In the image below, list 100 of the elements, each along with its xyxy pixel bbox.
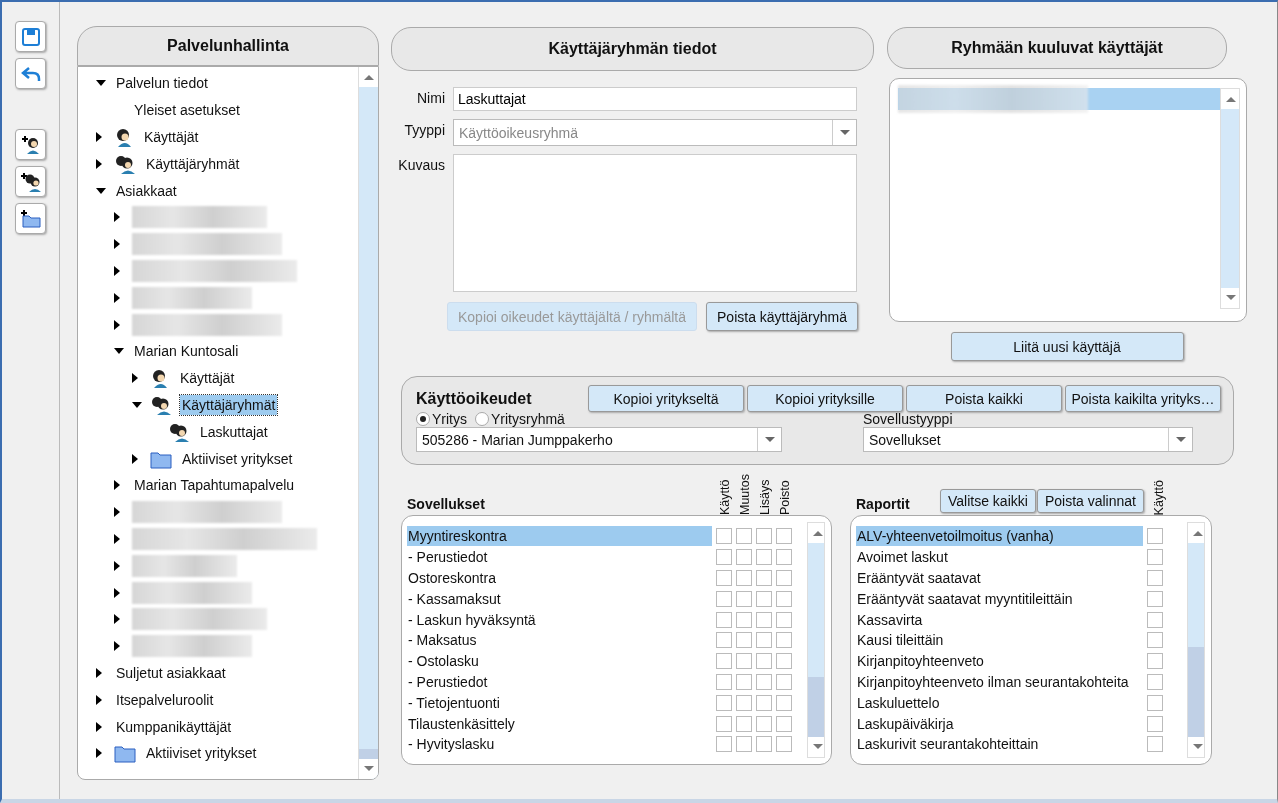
checkbox[interactable] (776, 694, 792, 711)
checkbox[interactable] (776, 632, 792, 649)
list-item[interactable]: Ostoreskontra (407, 568, 712, 588)
radio-icon[interactable] (416, 412, 430, 426)
checkbox[interactable] (716, 653, 732, 670)
scrollbar[interactable] (807, 522, 825, 758)
list-item[interactable]: - Ostolasku (407, 651, 712, 672)
checkbox[interactable] (736, 653, 752, 670)
checkbox[interactable] (716, 549, 732, 566)
tree-item[interactable]: Käyttäjät (178, 368, 237, 389)
tree-item[interactable]: Käyttäjät (142, 127, 201, 147)
list-item[interactable]: - Perustiedot (407, 671, 712, 692)
checkbox[interactable] (776, 673, 792, 690)
action-button[interactable]: Kopioi yritykseltä (588, 385, 744, 412)
tree-item[interactable]: Palvelun tiedot (114, 73, 210, 94)
checkbox[interactable] (756, 694, 772, 711)
checkbox[interactable] (736, 590, 752, 607)
checkbox[interactable] (716, 570, 732, 586)
save-button[interactable] (15, 21, 46, 52)
app-type-dropdown[interactable]: Sovellukset (863, 427, 1193, 452)
list-item[interactable]: - Hyvityslasku (407, 734, 712, 755)
checkbox[interactable] (756, 653, 772, 670)
checkbox[interactable] (756, 736, 772, 753)
expand-arrow-icon[interactable] (132, 453, 138, 464)
checkbox[interactable] (736, 549, 752, 566)
expand-arrow-icon[interactable] (114, 560, 120, 571)
checkbox[interactable] (736, 715, 752, 732)
checkbox[interactable] (716, 590, 732, 607)
list-item[interactable]: - Perustiedot (407, 547, 712, 568)
expand-arrow-icon[interactable] (114, 614, 120, 625)
action-button[interactable]: Kopioi yrityksille (747, 385, 903, 412)
list-item[interactable]: ALV-yhteenvetoilmoitus (vanha) (856, 526, 1143, 547)
expand-arrow-icon[interactable] (96, 748, 102, 759)
action-button[interactable]: Poista valinnat (1036, 489, 1144, 513)
checkbox[interactable] (776, 653, 792, 670)
checkbox[interactable] (776, 570, 792, 586)
tree-item[interactable]: Marian Tapahtumapalvelu (132, 475, 297, 496)
tree-item[interactable]: Suljetut asiakkaat (114, 662, 228, 683)
checkbox[interactable] (1147, 736, 1163, 753)
list-item[interactable]: Kassavirta (856, 609, 1143, 630)
checkbox[interactable] (1147, 611, 1163, 628)
list-item[interactable]: Laskuluettelo (856, 692, 1143, 713)
add-folder-button[interactable] (15, 203, 46, 234)
checkbox[interactable] (776, 611, 792, 628)
checkbox[interactable] (736, 694, 752, 711)
list-item[interactable]: Kirjanpitoyhteenveto (856, 651, 1143, 672)
checkbox[interactable] (736, 632, 752, 649)
company-dropdown[interactable]: 505286 - Marian Jumppakerho (416, 427, 782, 452)
checkbox[interactable] (776, 736, 792, 753)
expand-arrow-icon[interactable] (114, 507, 120, 518)
scrollbar[interactable] (1220, 88, 1240, 309)
expand-arrow-icon[interactable] (132, 373, 138, 384)
action-button[interactable]: Valitse kaikki (940, 489, 1036, 513)
tree-item[interactable]: Aktiiviset yritykset (144, 743, 259, 764)
expand-arrow-icon[interactable] (114, 533, 120, 544)
checkbox[interactable] (1147, 694, 1163, 711)
list-item[interactable]: - Kassamaksut (407, 588, 712, 609)
list-item[interactable]: Tilaustenkäsittely (407, 713, 712, 734)
checkbox[interactable] (756, 632, 772, 649)
tree-item[interactable]: Käyttäjäryhmät (180, 394, 278, 415)
expand-arrow-icon[interactable] (114, 480, 120, 491)
collapse-arrow-icon[interactable] (96, 187, 106, 194)
add-user-button[interactable] (15, 129, 46, 160)
checkbox[interactable] (736, 673, 752, 690)
expand-arrow-icon[interactable] (96, 721, 102, 732)
expand-arrow-icon[interactable] (96, 132, 102, 142)
expand-arrow-icon[interactable] (114, 641, 120, 652)
collapse-arrow-icon[interactable] (132, 401, 142, 408)
checkbox[interactable] (756, 673, 772, 690)
action-button[interactable]: Poista kaikki (906, 385, 1062, 412)
list-item[interactable]: Kausi tileittäin (856, 630, 1143, 651)
expand-arrow-icon[interactable] (114, 587, 120, 598)
checkbox[interactable] (736, 570, 752, 586)
expand-arrow-icon[interactable] (114, 265, 120, 276)
checkbox[interactable] (716, 715, 732, 732)
tree-item[interactable]: Marian Kuntosali (132, 341, 241, 362)
tree-item[interactable]: Asiakkaat (114, 180, 179, 201)
checkbox[interactable] (716, 528, 732, 545)
checkbox[interactable] (776, 715, 792, 732)
expand-arrow-icon[interactable] (114, 212, 120, 223)
checkbox[interactable] (716, 694, 732, 711)
tree-item[interactable]: Itsepalveluroolit (114, 689, 216, 710)
list-item[interactable]: Myyntireskontra (407, 526, 712, 547)
checkbox[interactable] (736, 611, 752, 628)
checkbox[interactable] (716, 673, 732, 690)
radio-icon[interactable] (475, 412, 489, 426)
checkbox[interactable] (756, 549, 772, 566)
checkbox[interactable] (776, 528, 792, 545)
list-item[interactable]: Laskurivit seurantakohteittain (856, 734, 1143, 755)
checkbox[interactable] (1147, 715, 1163, 732)
expand-arrow-icon[interactable] (114, 292, 120, 303)
collapse-arrow-icon[interactable] (114, 348, 124, 355)
checkbox[interactable] (756, 611, 772, 628)
list-item[interactable]: - Tietojentuonti (407, 692, 712, 713)
list-item[interactable]: Avoimet laskut (856, 547, 1143, 568)
checkbox[interactable] (756, 528, 772, 545)
list-item[interactable]: Laskupäiväkirja (856, 713, 1143, 734)
list-item[interactable]: - Maksatus (407, 630, 712, 651)
checkbox[interactable] (716, 632, 732, 649)
checkbox[interactable] (1147, 632, 1163, 649)
